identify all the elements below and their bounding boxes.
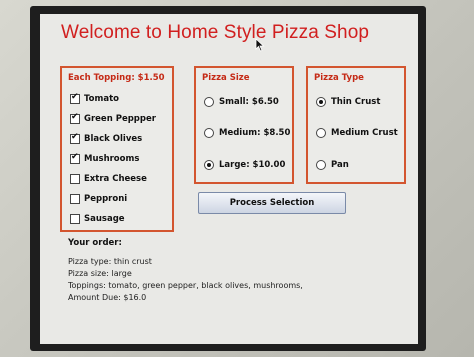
- order-amount-due: Amount Due: $16.0: [68, 293, 147, 302]
- pizza-size-panel-title: Pizza Size: [202, 73, 250, 83]
- toppings-panel: Each Topping: $1.50 Tomato Green Peppper…: [60, 66, 174, 232]
- black-olives-checkbox[interactable]: [70, 132, 80, 144]
- toppings-panel-title: Each Topping: $1.50: [68, 73, 165, 83]
- pizza-type-panel-title: Pizza Type: [314, 73, 364, 83]
- topping-label: Extra Cheese: [84, 174, 147, 184]
- type-medium-crust-option[interactable]: Medium Crust: [316, 126, 398, 140]
- size-label: Large: $10.00: [219, 160, 286, 170]
- type-label: Medium Crust: [331, 128, 398, 138]
- order-heading: Your order:: [68, 238, 122, 248]
- size-small-option[interactable]: Small: $6.50: [204, 95, 279, 109]
- topping-sausage[interactable]: Sausage: [70, 212, 125, 226]
- topping-mushrooms[interactable]: Mushrooms: [70, 152, 139, 166]
- type-thin-crust-radio[interactable]: [316, 97, 326, 107]
- order-pizza-type: Pizza type: thin crust: [68, 257, 152, 266]
- type-label: Thin Crust: [331, 97, 381, 107]
- order-toppings: Toppings: tomato, green pepper, black ol…: [68, 281, 303, 290]
- size-small-radio[interactable]: [204, 97, 214, 107]
- topping-label: Pepproni: [84, 194, 128, 204]
- type-pan-option[interactable]: Pan: [316, 158, 349, 172]
- size-label: Medium: $8.50: [219, 128, 291, 138]
- size-large-radio[interactable]: [204, 160, 214, 170]
- topping-tomato[interactable]: Tomato: [70, 92, 119, 106]
- topping-black-olives[interactable]: Black Olives: [70, 132, 142, 146]
- size-medium-radio[interactable]: [204, 128, 214, 138]
- topping-label: Sausage: [84, 214, 125, 224]
- topping-label: Green Peppper: [84, 114, 156, 124]
- topping-label: Mushrooms: [84, 154, 140, 164]
- extra-cheese-checkbox[interactable]: [70, 174, 80, 184]
- topping-pepperoni[interactable]: Pepproni: [70, 192, 127, 206]
- order-pizza-size: Pizza size: large: [68, 269, 132, 278]
- green-pepper-checkbox[interactable]: [70, 112, 80, 124]
- process-selection-button[interactable]: Process Selection: [198, 192, 346, 214]
- topping-label: Tomato: [84, 94, 120, 104]
- size-large-option[interactable]: Large: $10.00: [204, 158, 285, 172]
- pizza-type-panel: Pizza Type Thin Crust Medium Crust Pan: [306, 66, 406, 184]
- pizza-size-panel: Pizza Size Small: $6.50 Medium: $8.50 La…: [194, 66, 294, 184]
- mushrooms-checkbox[interactable]: [70, 152, 80, 164]
- type-pan-radio[interactable]: [316, 160, 326, 170]
- size-label: Small: $6.50: [219, 97, 279, 107]
- topping-label: Black Olives: [84, 134, 143, 144]
- size-medium-option[interactable]: Medium: $8.50: [204, 126, 290, 140]
- pepperoni-checkbox[interactable]: [70, 194, 80, 204]
- pizza-app-window: Welcome to Home Style Pizza Shop Each To…: [40, 14, 418, 344]
- mouse-cursor-icon: [255, 38, 265, 52]
- sausage-checkbox[interactable]: [70, 214, 80, 224]
- type-medium-crust-radio[interactable]: [316, 128, 326, 138]
- type-thin-crust-option[interactable]: Thin Crust: [316, 95, 380, 109]
- tomato-checkbox[interactable]: [70, 92, 80, 104]
- window-title: Welcome to Home Style Pizza Shop: [61, 22, 370, 43]
- type-label: Pan: [331, 160, 349, 170]
- topping-extra-cheese[interactable]: Extra Cheese: [70, 172, 147, 186]
- topping-green-pepper[interactable]: Green Peppper: [70, 112, 156, 126]
